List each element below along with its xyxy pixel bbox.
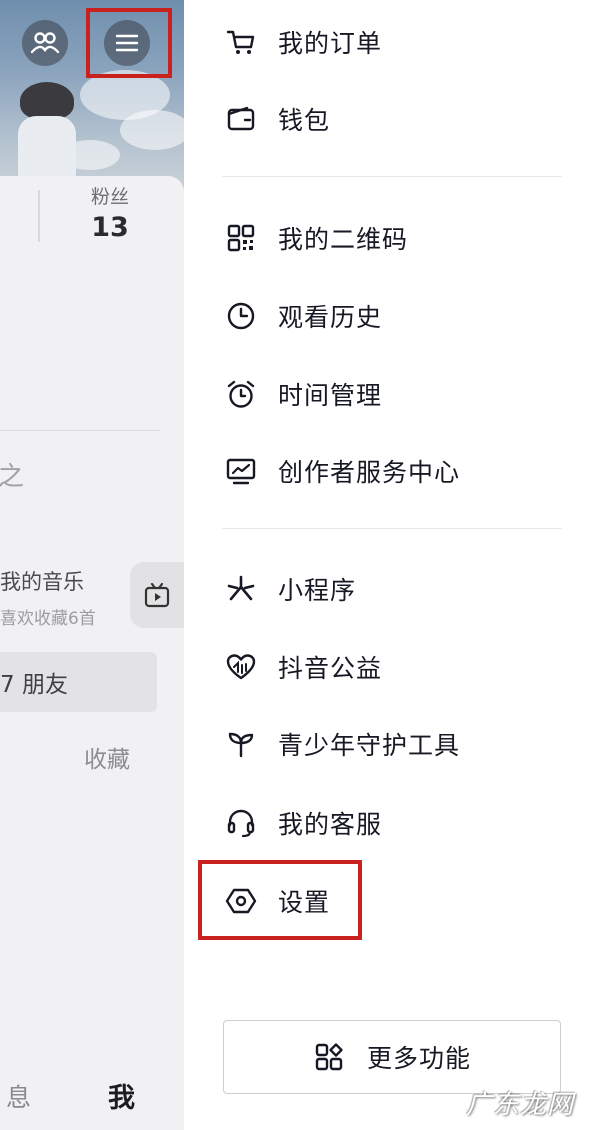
watermark-logo: 广东龙网 <box>466 1090 575 1120</box>
nav-messages[interactable]: 息 <box>6 1078 31 1114</box>
fans-label: 粉丝 <box>90 186 129 208</box>
menu-item-label: 抖音公益 <box>278 654 383 683</box>
menu-item-creator-center[interactable]: 创作者服务中心 <box>224 447 460 495</box>
tab-collect[interactable]: 收藏 <box>84 740 130 774</box>
menu-item-label: 我的二维码 <box>278 225 409 254</box>
settings-highlight-box <box>198 860 362 940</box>
heart-icon <box>224 650 258 684</box>
menu-item-label: 创作者服务中心 <box>278 458 461 487</box>
alarm-icon <box>224 377 258 411</box>
menu-button-highlight-box <box>86 8 172 78</box>
menu-item-time-management[interactable]: 时间管理 <box>224 370 382 418</box>
side-drawer-menu: 我的订单 钱包 我的二维码 观看历史 时间管理 创作者服务中心 小程序 抖音公益… <box>184 0 600 1130</box>
tv-tab[interactable] <box>130 562 184 628</box>
more-features-label: 更多功能 <box>366 1044 471 1073</box>
people-icon <box>30 32 60 54</box>
nav-me[interactable]: 我 <box>108 1076 135 1115</box>
fans-count[interactable]: 13 <box>80 212 140 243</box>
menu-divider <box>222 176 562 177</box>
menu-item-wallet[interactable]: 钱包 <box>224 95 330 143</box>
menu-item-orders[interactable]: 我的订单 <box>224 18 382 66</box>
stat-divider <box>38 190 40 242</box>
partial-section-text: 之 <box>0 462 25 492</box>
menu-item-label: 我的客服 <box>278 810 383 839</box>
menu-item-mini-programs[interactable]: 小程序 <box>224 565 356 613</box>
profile-panel-dimmed: 粉丝 13 之 我的音乐 喜欢收藏6首 7 朋友 收藏 息 我 <box>0 0 184 1130</box>
menu-item-label: 小程序 <box>278 576 357 605</box>
asterisk-icon <box>224 572 258 606</box>
friends-entry-label: 7 朋友 <box>0 672 68 698</box>
chart-screen-icon <box>224 454 258 488</box>
tv-play-icon <box>144 582 170 608</box>
more-features-button[interactable]: 更多功能 <box>223 1020 561 1094</box>
menu-item-history[interactable]: 观看历史 <box>224 292 382 340</box>
my-music-title[interactable]: 我的音乐 <box>0 566 84 596</box>
menu-item-label: 观看历史 <box>278 303 383 332</box>
grid-apps-icon <box>313 1041 345 1073</box>
friends-entry[interactable]: 7 朋友 <box>0 652 157 712</box>
sprout-icon <box>224 727 258 761</box>
qr-code-icon <box>224 221 258 255</box>
friends-button[interactable] <box>22 20 68 66</box>
menu-item-customer-service[interactable]: 我的客服 <box>224 799 382 847</box>
menu-item-teen-protection[interactable]: 青少年守护工具 <box>224 720 460 768</box>
menu-divider <box>222 528 562 529</box>
cart-icon <box>224 25 258 59</box>
menu-item-label: 青少年守护工具 <box>278 731 461 760</box>
menu-item-label: 时间管理 <box>278 381 383 410</box>
headset-icon <box>224 806 258 840</box>
menu-item-label: 我的订单 <box>278 29 383 58</box>
menu-item-label: 钱包 <box>278 106 331 135</box>
menu-item-qrcode[interactable]: 我的二维码 <box>224 214 408 262</box>
my-music-subtitle: 喜欢收藏6首 <box>0 609 96 629</box>
clock-icon <box>224 299 258 333</box>
wallet-icon <box>224 102 258 136</box>
menu-item-charity[interactable]: 抖音公益 <box>224 643 382 691</box>
section-divider <box>0 430 160 431</box>
